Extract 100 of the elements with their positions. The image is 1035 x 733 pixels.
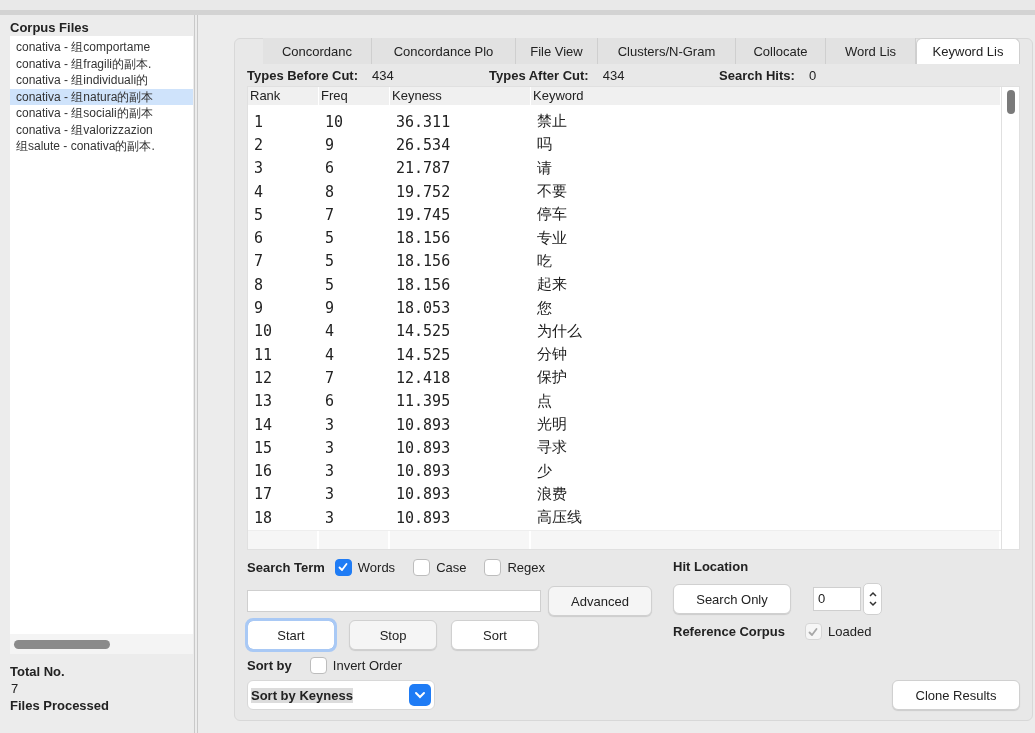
tab[interactable]: Collocate <box>736 38 826 64</box>
file-item[interactable]: 组salute - conativa的副本. <box>10 138 193 155</box>
table-cell-text: 9 <box>324 135 336 154</box>
column-header[interactable]: Keyness <box>390 87 531 105</box>
table-cell-text: 3 <box>324 438 336 457</box>
action-button[interactable]: Start <box>247 620 335 650</box>
search-only-button[interactable]: Search Only <box>673 584 791 614</box>
table-cell-text: 6 <box>253 229 265 248</box>
table-cell-text: 点 <box>536 391 553 411</box>
table-cell-text: 5 <box>324 252 336 271</box>
table-cell-text: 11.395 <box>395 392 452 411</box>
file-item[interactable]: conativa - 组sociali的副本 <box>10 105 193 122</box>
file-item[interactable]: conativa - 组individuali的 <box>10 72 193 89</box>
tab[interactable]: Clusters/N-Gram <box>598 38 736 64</box>
checkbox-label: Invert Order <box>332 658 403 673</box>
checkbox-label: Words <box>357 559 396 575</box>
chevron-up-down-icon[interactable] <box>867 589 878 609</box>
file-item[interactable]: conativa - 组natura的副本 <box>10 88 193 105</box>
table-cell-text: 停车 <box>536 205 568 225</box>
panel-title: Corpus Files <box>10 20 90 35</box>
stat-value: 434 <box>372 67 394 83</box>
table-cell-text: 分钟 <box>536 345 568 365</box>
table-cell-text: 10.893 <box>395 485 452 504</box>
tab[interactable]: Concordanc <box>263 38 372 64</box>
hit-location-label: Hit Location <box>673 558 750 576</box>
checkbox-label: Regex <box>507 559 546 575</box>
stat-value: 434 <box>602 67 625 83</box>
action-button[interactable]: Sort <box>451 620 539 650</box>
table-cell-text: 不要 <box>536 182 568 202</box>
table-cell-text: 9 <box>324 299 336 317</box>
table-cell-text: 14.525 <box>395 345 452 364</box>
table-cell-text: 5 <box>253 205 265 224</box>
tab[interactable]: Word Lis <box>826 38 916 64</box>
table-cell-text: 10.893 <box>395 415 452 434</box>
reference-corpus-label: Reference Corpus <box>673 624 785 639</box>
tab[interactable]: Concordance Plo <box>372 38 516 64</box>
stat-value: 0 <box>808 67 817 83</box>
table-cell-text: 吗 <box>536 135 553 155</box>
action-button[interactable]: Stop <box>349 620 437 650</box>
table-cell-text: 3 <box>324 485 336 504</box>
table-cell-text: 18.053 <box>395 299 452 317</box>
table-cell-text: 17 <box>253 485 274 504</box>
table-cell-text: 10.893 <box>395 462 452 481</box>
table-cell-text: 7 <box>324 368 336 387</box>
column-header[interactable]: Rank <box>248 87 319 105</box>
sort-dropdown[interactable]: Sort by Keyness <box>247 680 435 710</box>
table-cell-text: 16 <box>253 462 274 481</box>
table-cell-text: 3 <box>324 462 336 481</box>
table-cell-text: 19.752 <box>395 182 452 201</box>
table-cell-text: 请 <box>536 158 553 178</box>
total-value: 7 <box>10 681 20 696</box>
table-cell-text: 禁止 <box>536 112 568 132</box>
table-cell-text: 4 <box>253 182 265 201</box>
table-cell-text: 13 <box>253 392 274 411</box>
table-cell-text: 7 <box>324 205 336 224</box>
table-cell-text: 5 <box>324 229 336 248</box>
table-cell-text: 4 <box>324 345 336 364</box>
advanced-button[interactable]: Advanced <box>548 586 652 616</box>
tab[interactable]: File View <box>516 38 598 64</box>
number-field[interactable]: 0 <box>813 587 861 611</box>
search-field[interactable] <box>247 590 541 612</box>
column-header[interactable]: Keyword <box>531 87 1001 105</box>
table-cell-text: 21.787 <box>395 159 452 178</box>
table-cell-text: 起来 <box>536 275 568 295</box>
table-cell-text: 19.745 <box>395 205 452 224</box>
checkbox-label: Case <box>436 559 467 575</box>
table-cell-text: 7 <box>253 252 265 271</box>
table-cell-text: 5 <box>324 275 336 294</box>
checkbox[interactable] <box>309 657 327 674</box>
file-item[interactable]: conativa - 组fragili的副本. <box>10 55 193 72</box>
table-cell-text: 18.156 <box>395 275 452 294</box>
file-item[interactable]: conativa - 组comportame <box>10 39 193 56</box>
file-item[interactable]: conativa - 组valorizzazion <box>10 121 193 138</box>
table-cell-text: 光明 <box>536 415 568 434</box>
sort-by-label: Sort by <box>247 658 292 673</box>
checkmark-icon <box>807 625 820 638</box>
table-cell-text: 10.893 <box>395 438 452 457</box>
table-cell-text: 8 <box>253 275 265 294</box>
stat-label: Types After Cut: <box>489 67 589 83</box>
table-cell-text: 12.418 <box>395 368 452 387</box>
table-cell-text: 2 <box>253 135 265 154</box>
scrollbar[interactable] <box>1002 86 1020 550</box>
checkbox[interactable] <box>484 558 502 576</box>
table-cell-text: 14 <box>253 415 274 434</box>
table-cell-text: 18.156 <box>395 252 452 271</box>
checkbox[interactable] <box>334 558 352 576</box>
table-cell-text: 3 <box>324 415 336 434</box>
table-cell-text: 14.525 <box>395 322 452 341</box>
table-cell-text: 高压线 <box>536 508 583 528</box>
table-cell-text: 10 <box>253 322 274 341</box>
clone-results-button[interactable]: Clone Results <box>892 680 1020 710</box>
table-cell-text: 您 <box>536 298 553 318</box>
chevron-down-icon <box>409 684 431 706</box>
table-cell-text: 36.311 <box>395 112 452 131</box>
table-cell-text: 6 <box>324 159 336 178</box>
scrollbar[interactable] <box>10 634 193 654</box>
column-header[interactable]: Freq <box>319 87 390 105</box>
table-cell-text: 寻求 <box>536 438 568 458</box>
checkbox[interactable] <box>413 558 431 576</box>
tab[interactable]: Keyword Lis <box>916 38 1020 64</box>
